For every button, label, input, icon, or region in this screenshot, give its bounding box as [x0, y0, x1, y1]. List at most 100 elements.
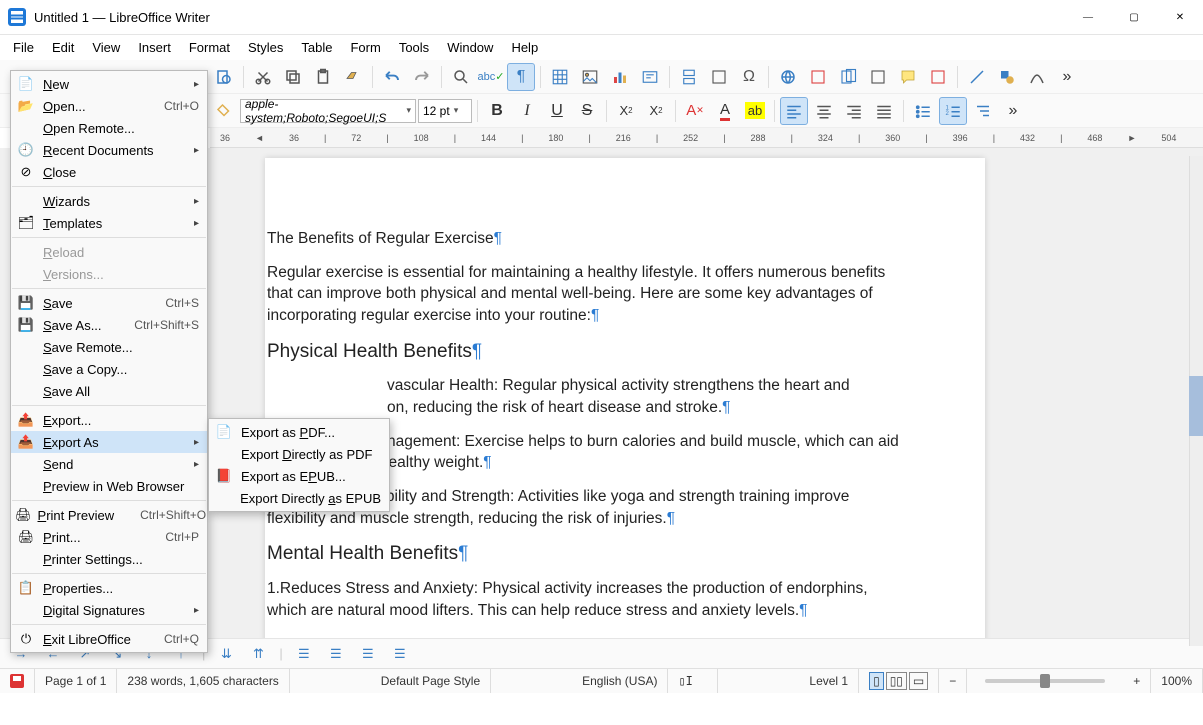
- menuitem-exit-libreoffice[interactable]: ⏻Exit LibreOfficeCtrl+Q: [11, 628, 207, 650]
- align-justify-button[interactable]: [870, 97, 898, 125]
- insert-table-icon[interactable]: [546, 63, 574, 91]
- align-center-button[interactable]: [810, 97, 838, 125]
- menuitem-save-a-copy-[interactable]: Save a Copy...: [11, 358, 207, 380]
- copy-icon[interactable]: [279, 63, 307, 91]
- sb-page[interactable]: Page 1 of 1: [35, 669, 117, 693]
- font-size-combo[interactable]: 12 pt ▾: [418, 99, 472, 123]
- menuitem-print-[interactable]: 🖨Print...Ctrl+P: [11, 526, 207, 548]
- comment-icon[interactable]: [894, 63, 922, 91]
- sb-level[interactable]: Level 1: [799, 669, 859, 693]
- sb-insert-mode[interactable]: ▯I: [668, 669, 718, 693]
- maximize-button[interactable]: ▢: [1111, 0, 1157, 35]
- menuitem-send[interactable]: Send▸: [11, 453, 207, 475]
- highlight-style-icon[interactable]: [210, 97, 238, 125]
- cross-ref-icon[interactable]: [864, 63, 892, 91]
- bullet-list-button[interactable]: [909, 97, 937, 125]
- submenu-export-directly-pdf[interactable]: Export Directly as PDF: [209, 443, 389, 465]
- menu-insert[interactable]: Insert: [129, 37, 180, 58]
- hyperlink-icon[interactable]: [774, 63, 802, 91]
- cut-icon[interactable]: [249, 63, 277, 91]
- sb-style[interactable]: Default Page Style: [371, 669, 491, 693]
- insert-textbox-icon[interactable]: [636, 63, 664, 91]
- menuitem-recent-documents[interactable]: 🕘Recent Documents▸: [11, 139, 207, 161]
- redo-icon[interactable]: [408, 63, 436, 91]
- menuitem-close[interactable]: ⊘Close: [11, 161, 207, 183]
- minimize-button[interactable]: —: [1065, 0, 1111, 35]
- document-page[interactable]: The Benefits of Regular Exercise¶ Regula…: [265, 158, 985, 638]
- submenu-export-directly-epub[interactable]: Export Directly as EPUB: [209, 487, 389, 509]
- sb-save-icon[interactable]: [0, 669, 35, 693]
- close-button[interactable]: ✕: [1157, 0, 1203, 35]
- track-changes-icon[interactable]: [924, 63, 952, 91]
- menuitem-export-[interactable]: 📤Export...: [11, 409, 207, 431]
- menuitem-save[interactable]: 💾SaveCtrl+S: [11, 292, 207, 314]
- overflow2-icon[interactable]: »: [999, 97, 1027, 125]
- nav-list2-icon[interactable]: ☰: [325, 643, 347, 665]
- outline-button[interactable]: [969, 97, 997, 125]
- line-icon[interactable]: [963, 63, 991, 91]
- sb-zoom-in[interactable]: +: [1123, 669, 1151, 693]
- clear-format-button[interactable]: A✕: [681, 97, 709, 125]
- menu-view[interactable]: View: [83, 37, 129, 58]
- menuitem-export-as[interactable]: 📤Export As▸: [11, 431, 207, 453]
- menu-form[interactable]: Form: [341, 37, 389, 58]
- menu-styles[interactable]: Styles: [239, 37, 292, 58]
- formatting-marks-icon[interactable]: ¶: [507, 63, 535, 91]
- number-list-button[interactable]: 12: [939, 97, 967, 125]
- spellcheck-icon[interactable]: abc✓: [477, 63, 505, 91]
- menuitem-open-[interactable]: 📂Open...Ctrl+O: [11, 95, 207, 117]
- menuitem-digital-signatures[interactable]: Digital Signatures▸: [11, 599, 207, 621]
- underline-button[interactable]: U: [543, 97, 571, 125]
- align-left-button[interactable]: [780, 97, 808, 125]
- nav-list1-icon[interactable]: ☰: [293, 643, 315, 665]
- find-icon[interactable]: [447, 63, 475, 91]
- bold-button[interactable]: B: [483, 97, 511, 125]
- paste-icon[interactable]: [309, 63, 337, 91]
- menuitem-properties-[interactable]: 📋Properties...: [11, 577, 207, 599]
- highlight-button[interactable]: ab: [741, 97, 769, 125]
- nav-list3-icon[interactable]: ☰: [357, 643, 379, 665]
- menu-edit[interactable]: Edit: [43, 37, 83, 58]
- page-break-icon[interactable]: [675, 63, 703, 91]
- menuitem-save-as-[interactable]: 💾Save As...Ctrl+Shift+S: [11, 314, 207, 336]
- special-char-icon[interactable]: Ω: [735, 63, 763, 91]
- menu-tools[interactable]: Tools: [390, 37, 438, 58]
- vertical-scrollbar[interactable]: [1189, 156, 1203, 646]
- nav-list4-icon[interactable]: ☰: [389, 643, 411, 665]
- shapes-icon[interactable]: [993, 63, 1021, 91]
- align-right-button[interactable]: [840, 97, 868, 125]
- submenu-export-pdf[interactable]: 📄 Export as PDF...: [209, 421, 389, 443]
- menuitem-save-remote-[interactable]: Save Remote...: [11, 336, 207, 358]
- insert-chart-icon[interactable]: [606, 63, 634, 91]
- menuitem-wizards[interactable]: Wizards▸: [11, 190, 207, 212]
- nav-subup-icon[interactable]: ⇈: [247, 643, 269, 665]
- horizontal-ruler[interactable]: 36◄ 36| 72| 108| 144| 180| 216| 252| 288…: [210, 128, 1203, 148]
- sb-zoom[interactable]: 100%: [1151, 669, 1203, 693]
- menu-help[interactable]: Help: [502, 37, 547, 58]
- footnote-icon[interactable]: [804, 63, 832, 91]
- menu-format[interactable]: Format: [180, 37, 239, 58]
- print-preview-icon[interactable]: [210, 63, 238, 91]
- sb-lang[interactable]: English (USA): [572, 669, 668, 693]
- sb-view-icons[interactable]: ▯ ▯▯ ▭: [859, 669, 939, 693]
- menuitem-print-preview[interactable]: 🖨Print PreviewCtrl+Shift+O: [11, 504, 207, 526]
- sb-words[interactable]: 238 words, 1,605 characters: [117, 669, 289, 693]
- menu-table[interactable]: Table: [292, 37, 341, 58]
- strike-button[interactable]: S: [573, 97, 601, 125]
- submenu-export-epub[interactable]: 📕 Export as EPUB...: [209, 465, 389, 487]
- menuitem-new[interactable]: 📄New▸: [11, 73, 207, 95]
- draw-icon[interactable]: [1023, 63, 1051, 91]
- font-name-combo[interactable]: apple-system;Roboto;SegoeUI;S ▾: [240, 99, 416, 123]
- italic-button[interactable]: I: [513, 97, 541, 125]
- menuitem-templates[interactable]: 🗂Templates▸: [11, 212, 207, 234]
- menuitem-open-remote-[interactable]: Open Remote...: [11, 117, 207, 139]
- menuitem-preview-in-web-browser[interactable]: Preview in Web Browser: [11, 475, 207, 497]
- bookmark-icon[interactable]: [834, 63, 862, 91]
- overflow-icon[interactable]: »: [1053, 63, 1081, 91]
- nav-subdown-icon[interactable]: ⇊: [215, 643, 237, 665]
- undo-icon[interactable]: [378, 63, 406, 91]
- menuitem-printer-settings-[interactable]: Printer Settings...: [11, 548, 207, 570]
- menu-file[interactable]: File: [4, 37, 43, 58]
- insert-field-icon[interactable]: [705, 63, 733, 91]
- sb-zoom-slider[interactable]: [967, 669, 1123, 693]
